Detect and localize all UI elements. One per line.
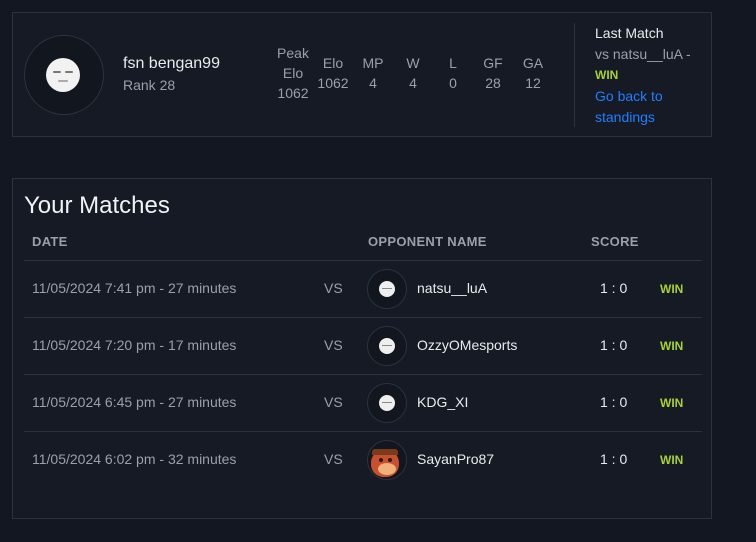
column-header-opponent: OPPONENT NAME [368, 234, 487, 249]
match-result: WIN [660, 453, 684, 467]
go-back-to-standings-link[interactable]: Go back to standings [595, 86, 707, 128]
vs-label: VS [324, 394, 343, 410]
section-title: Your Matches [24, 192, 170, 219]
stat-matches-played: MP 4 [359, 53, 387, 93]
stat-goals-against: GA 12 [519, 53, 547, 93]
match-result: WIN [660, 339, 684, 353]
divider [574, 23, 575, 127]
stat-label: MP [362, 55, 384, 71]
column-header-score: SCORE [591, 234, 639, 249]
last-match-opponent: vs natsu__luA - [595, 46, 691, 62]
stat-label: L [449, 55, 457, 71]
player-name: fsn bengan99 [123, 55, 220, 72]
avatar-face-icon [46, 58, 80, 92]
stat-losses: L 0 [441, 53, 465, 93]
stat-label: GF [483, 55, 503, 71]
column-header-date: DATE [32, 234, 68, 249]
match-date: 11/05/2024 6:02 pm - 32 minutes [32, 451, 237, 467]
stat-value: 28 [485, 75, 501, 91]
stat-peak-elo: Peak Elo 1062 [275, 43, 311, 103]
match-date: 11/05/2024 6:45 pm - 27 minutes [32, 394, 237, 410]
player-profile-card: fsn bengan99 Rank 28 Peak Elo 1062 Elo 1… [12, 12, 712, 137]
avatar-face-icon [379, 281, 395, 297]
stat-label: Peak [277, 45, 309, 61]
opponent-avatar [367, 383, 407, 423]
stat-label: W [406, 55, 420, 71]
opponent-name: KDG_XI [417, 394, 469, 410]
vs-label: VS [324, 451, 343, 467]
player-rank: Rank 28 [123, 77, 176, 93]
match-result: WIN [660, 396, 684, 410]
stat-label: Elo [322, 55, 344, 71]
stat-label: Elo [282, 65, 304, 81]
match-score: 1 : 0 [600, 280, 628, 296]
avatar-face-icon [379, 395, 395, 411]
match-row[interactable]: 11/05/2024 7:41 pm - 27 minutes VS natsu… [24, 260, 702, 317]
stat-value: 4 [409, 75, 417, 91]
vs-label: VS [324, 337, 343, 353]
stat-value: 0 [449, 75, 457, 91]
opponent-name: SayanPro87 [417, 451, 495, 467]
matches-card: Your Matches DATE OPPONENT NAME SCORE 11… [12, 178, 712, 519]
stat-wins: W 4 [401, 53, 425, 93]
match-date: 11/05/2024 7:41 pm - 27 minutes [32, 280, 237, 296]
match-row[interactable]: 11/05/2024 7:20 pm - 17 minutes VS OzzyO… [24, 317, 702, 374]
last-match-result: WIN [595, 68, 619, 82]
match-result: WIN [660, 282, 684, 296]
stat-value: 12 [525, 75, 541, 91]
opponent-avatar [367, 269, 407, 309]
player-avatar [24, 35, 104, 115]
avatar-face-icon [379, 338, 395, 354]
last-match-title: Last Match [595, 25, 664, 41]
stat-goals-for: GF 28 [479, 53, 507, 93]
match-row[interactable]: 11/05/2024 6:45 pm - 27 minutes VS KDG_X… [24, 374, 702, 431]
match-score: 1 : 0 [600, 394, 628, 410]
match-score: 1 : 0 [600, 451, 628, 467]
match-score: 1 : 0 [600, 337, 628, 353]
last-match-panel: Last Match vs natsu__luA - WIN Go back t… [595, 23, 707, 128]
opponent-name: natsu__luA [417, 280, 488, 296]
vs-label: VS [324, 280, 343, 296]
stat-value: 1062 [317, 75, 349, 91]
opponent-name: OzzyOMesports [417, 337, 518, 353]
opponent-avatar [367, 326, 407, 366]
stat-value: 1062 [277, 85, 309, 101]
stat-elo: Elo 1062 [313, 53, 353, 93]
stat-value: 4 [369, 75, 377, 91]
opponent-avatar [367, 440, 407, 480]
match-row[interactable]: 11/05/2024 6:02 pm - 32 minutes VS Sayan… [24, 431, 702, 488]
stat-label: GA [522, 55, 544, 71]
match-date: 11/05/2024 7:20 pm - 17 minutes [32, 337, 237, 353]
